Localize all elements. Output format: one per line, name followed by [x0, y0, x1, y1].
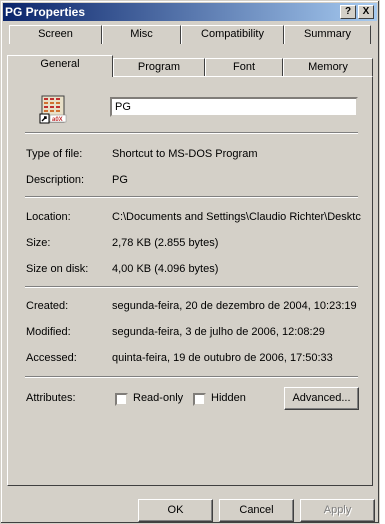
attributes-label: Attributes: [26, 392, 76, 404]
size-on-disk-label: Size on disk: [26, 263, 89, 275]
hidden-label[interactable]: Hidden [211, 392, 246, 405]
modified-label: Modified: [26, 326, 71, 338]
window-title: PG Properties [5, 5, 86, 19]
size-value: 2,78 KB (2.855 bytes) [112, 237, 219, 249]
ms-dos-shortcut-icon: a0X [39, 95, 67, 124]
location-label: Location: [26, 211, 71, 223]
accessed-label: Accessed: [26, 352, 77, 364]
tab-misc[interactable]: Misc [102, 25, 181, 44]
separator [25, 196, 358, 198]
advanced-button[interactable]: Advanced... [284, 387, 359, 410]
cancel-button[interactable]: Cancel [219, 499, 294, 522]
general-tab-panel [7, 76, 373, 486]
tab-general[interactable]: General [7, 55, 113, 77]
created-value: segunda-feira, 20 de dezembro de 2004, 1… [112, 300, 357, 312]
tab-program[interactable]: Program [113, 58, 205, 77]
description-label: Description: [26, 174, 85, 186]
accessed-value: quinta-feira, 19 de outubro de 2006, 17:… [112, 352, 333, 364]
name-input[interactable]: PG [110, 97, 358, 117]
description-value: PG [112, 174, 128, 186]
svg-text:a0X: a0X [52, 117, 63, 123]
separator [25, 132, 358, 134]
size-label: Size: [26, 237, 51, 249]
separator [25, 286, 358, 288]
separator [25, 376, 358, 378]
ok-button[interactable]: OK [138, 499, 213, 522]
apply-button[interactable]: Apply [300, 499, 375, 522]
readonly-label[interactable]: Read-only [133, 392, 183, 405]
tab-font[interactable]: Font [205, 58, 283, 77]
tab-memory[interactable]: Memory [283, 58, 373, 77]
modified-value: segunda-feira, 3 de julho de 2006, 12:08… [112, 326, 325, 338]
properties-window: PG Properties ? X Screen Misc Compatibil… [0, 0, 380, 524]
readonly-checkbox[interactable] [115, 393, 128, 406]
tab-screen[interactable]: Screen [9, 25, 102, 44]
help-button[interactable]: ? [340, 5, 356, 19]
tab-compatibility[interactable]: Compatibility [181, 25, 284, 44]
close-button[interactable]: X [358, 5, 374, 19]
title-bar[interactable]: PG Properties ? X [3, 3, 377, 21]
type-label: Type of file: [26, 148, 83, 160]
created-label: Created: [26, 300, 69, 312]
tab-summary[interactable]: Summary [284, 25, 371, 44]
location-value: C:\Documents and Settings\Claudio Richte… [112, 211, 361, 223]
hidden-checkbox[interactable] [193, 393, 206, 406]
type-value: Shortcut to MS-DOS Program [112, 148, 258, 160]
size-on-disk-value: 4,00 KB (4.096 bytes) [112, 263, 219, 275]
